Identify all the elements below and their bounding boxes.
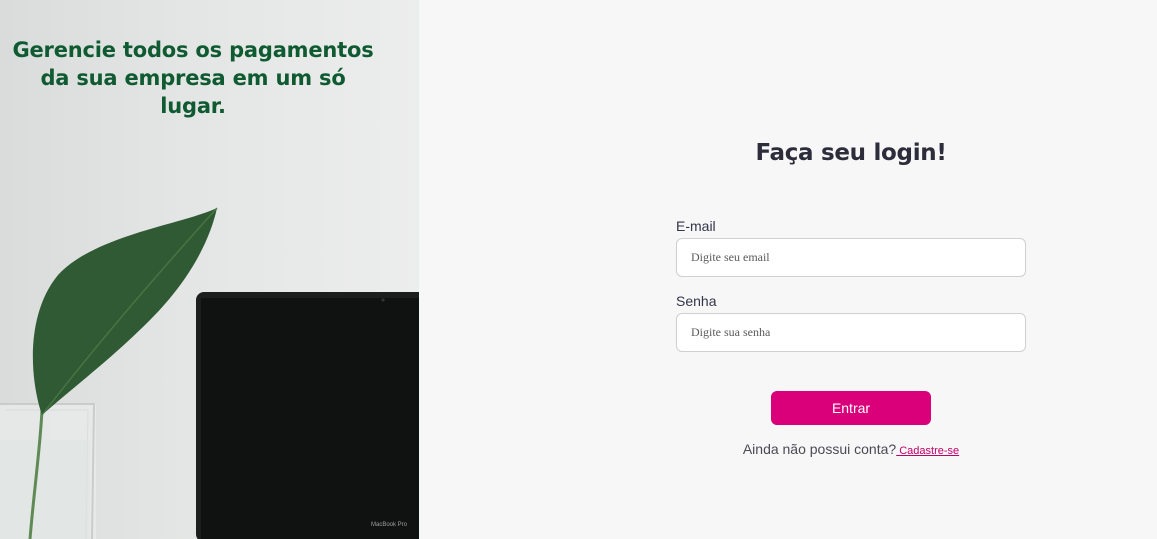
glass-vase-icon [0, 403, 96, 539]
laptop-caption: MacBook Pro [371, 522, 408, 528]
signup-prompt: Ainda não possui conta? [742, 441, 897, 457]
login-button[interactable]: Entrar [771, 391, 931, 425]
password-field[interactable] [676, 313, 1026, 352]
hero-panel: Gerencie todos os pagamentos da sua empr… [0, 0, 419, 539]
password-label: Senha [676, 293, 717, 309]
login-title: Faça seu login! [755, 140, 947, 166]
signup-link[interactable]: Cadastre-se [896, 445, 959, 457]
signup-line: Ainda não possui conta? Cadastre-se [419, 441, 1157, 457]
hero-headline: Gerencie todos os pagamentos da sua empr… [12, 38, 374, 118]
email-field[interactable] [676, 238, 1026, 277]
email-label: E-mail [676, 218, 716, 234]
login-panel: Faça seu login! E-mail Senha Entrar Aind… [419, 0, 1157, 539]
laptop-icon [196, 292, 419, 539]
